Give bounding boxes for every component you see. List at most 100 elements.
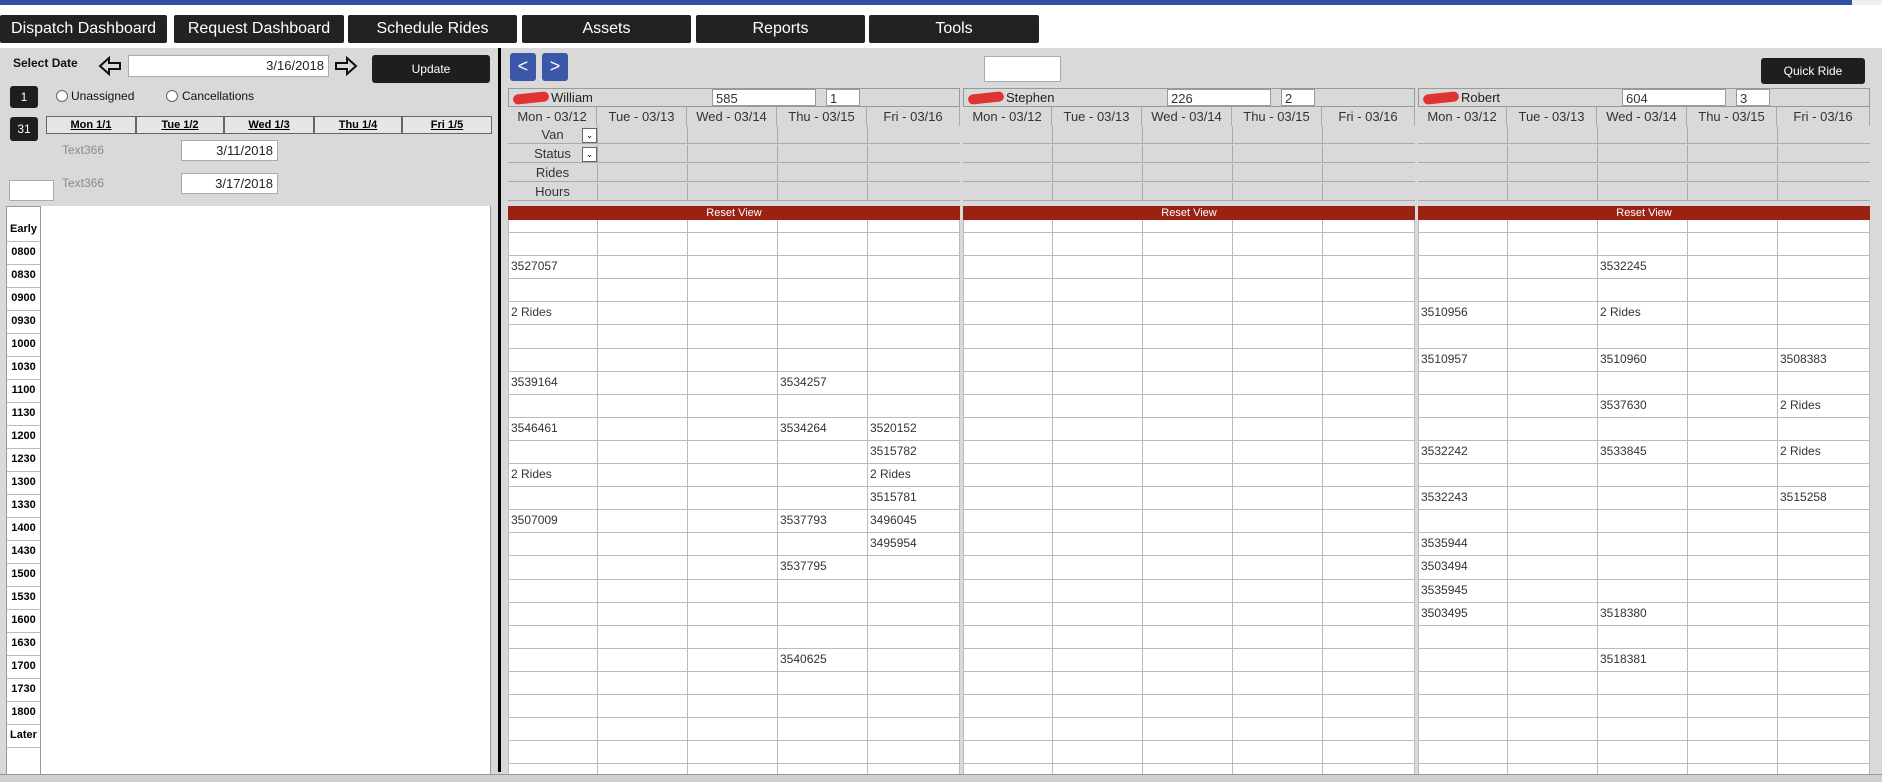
ride-cell[interactable]: 3527057 <box>509 255 558 278</box>
grid-row-line <box>963 255 1415 257</box>
ride-cell[interactable]: 3515258 <box>1778 486 1827 509</box>
nav-tools[interactable]: Tools <box>869 15 1039 43</box>
ride-cell[interactable]: 3496045 <box>868 509 917 532</box>
week-day-tue[interactable]: Tue 1/2 <box>136 116 224 134</box>
ride-cell[interactable]: 3515782 <box>868 440 917 463</box>
ride-cell[interactable]: 3507009 <box>509 509 558 532</box>
ride-cell[interactable]: 2 Rides <box>868 463 911 486</box>
meta-cell <box>1142 183 1143 201</box>
update-button[interactable]: Update <box>372 55 490 83</box>
ride-cell[interactable]: 2 Rides <box>1598 301 1641 324</box>
text366-label-b: Text366 <box>62 176 105 190</box>
ride-cell[interactable]: 3535944 <box>1419 532 1468 555</box>
meta-cell <box>867 126 868 144</box>
meta-cell <box>1687 183 1688 201</box>
driver-number-field[interactable]: 3 <box>1736 89 1770 106</box>
meta-cell <box>597 164 598 182</box>
ride-cell[interactable]: 3532245 <box>1598 255 1647 278</box>
time-slot: 0800 <box>7 241 40 265</box>
driver-name: William <box>551 90 593 105</box>
week-day-thu[interactable]: Thu 1/4 <box>314 116 402 134</box>
grid-row-line <box>1418 578 1870 580</box>
ride-cell[interactable]: 3518380 <box>1598 602 1647 625</box>
ride-cell[interactable]: 2 Rides <box>509 463 552 486</box>
ride-cell[interactable]: 2 Rides <box>1778 394 1821 417</box>
next-date-icon[interactable] <box>334 55 358 77</box>
driver-number-field[interactable]: 1 <box>826 89 860 106</box>
dropdown-icon[interactable]: ⌄ <box>582 128 597 143</box>
driver-id-field[interactable]: 226 <box>1167 89 1271 106</box>
grid-col-line <box>1052 220 1053 778</box>
ride-cell[interactable]: 3503494 <box>1419 555 1468 578</box>
ride-cell[interactable]: 3518381 <box>1598 648 1647 671</box>
grid-row-line <box>1418 555 1870 557</box>
grid-row-line <box>963 740 1415 742</box>
reset-view-button[interactable]: Reset View <box>1418 206 1870 220</box>
nav-assets[interactable]: Assets <box>522 15 691 43</box>
ride-cell[interactable]: 3520152 <box>868 417 917 440</box>
ride-cell[interactable]: 3532243 <box>1419 486 1468 509</box>
prev-page-button[interactable]: < <box>510 53 536 81</box>
grid-row-line <box>1418 509 1870 511</box>
ride-cell[interactable]: 3534257 <box>778 371 827 394</box>
ride-cell[interactable]: 3510956 <box>1419 301 1468 324</box>
ride-cell[interactable]: 3537793 <box>778 509 827 532</box>
small-blank-field[interactable] <box>9 180 54 201</box>
ride-cell[interactable]: 3503495 <box>1419 602 1468 625</box>
time-slot: 0830 <box>7 264 40 288</box>
ride-cell[interactable]: 3539164 <box>509 371 558 394</box>
week-day-fri[interactable]: Fri 1/5 <box>402 116 492 134</box>
dropdown-icon[interactable]: ⌄ <box>582 147 597 162</box>
ride-cell[interactable]: 3546461 <box>509 417 558 440</box>
reset-view-button[interactable]: Reset View <box>963 206 1415 220</box>
meta-cell <box>1507 164 1508 182</box>
date-input[interactable]: 3/16/2018 <box>128 55 329 77</box>
nav-reports[interactable]: Reports <box>696 15 865 43</box>
ride-cell[interactable]: 3515781 <box>868 486 917 509</box>
month-view-button[interactable]: 31 <box>10 117 38 141</box>
ride-cell[interactable]: 3537630 <box>1598 394 1647 417</box>
nav-schedule-rides[interactable]: Schedule Rides <box>348 15 517 43</box>
day-view-button[interactable]: 1 <box>10 86 38 108</box>
grid-row-line <box>963 601 1415 603</box>
ride-cell[interactable]: 3540625 <box>778 648 827 671</box>
cancellations-radio[interactable] <box>166 90 178 102</box>
ride-cell[interactable]: 3535945 <box>1419 579 1468 602</box>
ride-cell[interactable]: 2 Rides <box>1778 440 1821 463</box>
ride-cell[interactable]: 3495954 <box>868 532 917 555</box>
meta-cell <box>777 126 778 144</box>
redaction-mark <box>967 91 1005 105</box>
driver-id-field[interactable]: 604 <box>1622 89 1726 106</box>
time-slot: 1700 <box>7 655 40 679</box>
nav-dispatch-dashboard[interactable]: Dispatch Dashboard <box>0 15 167 43</box>
grid-row-line <box>963 647 1415 649</box>
grid-row-line <box>963 694 1415 695</box>
day-header: Wed - 03/14 <box>1142 107 1232 126</box>
meta-cell <box>597 183 598 201</box>
ride-cell[interactable]: 3508383 <box>1778 348 1827 371</box>
week-start-date[interactable]: 3/11/2018 <box>181 140 278 161</box>
ride-cell[interactable]: 3510957 <box>1419 348 1468 371</box>
ride-cell[interactable]: 3534264 <box>778 417 827 440</box>
ride-cell[interactable]: 3533845 <box>1598 440 1647 463</box>
ride-cell[interactable]: 3532242 <box>1419 440 1468 463</box>
meta-cell <box>687 126 688 144</box>
quick-ride-button[interactable]: Quick Ride <box>1761 58 1865 84</box>
redaction-mark <box>1422 91 1460 105</box>
driver-header: William 585 1 <box>508 88 960 107</box>
unassigned-radio[interactable] <box>56 90 68 102</box>
driver-search-field[interactable] <box>984 56 1061 82</box>
driver-number-field[interactable]: 2 <box>1281 89 1315 106</box>
week-end-date[interactable]: 3/17/2018 <box>181 173 278 194</box>
driver-id-field[interactable]: 585 <box>712 89 816 106</box>
ride-cell[interactable]: 2 Rides <box>509 301 552 324</box>
reset-view-button[interactable]: Reset View <box>508 206 960 220</box>
week-day-wed[interactable]: Wed 1/3 <box>224 116 314 134</box>
nav-request-dashboard[interactable]: Request Dashboard <box>174 15 344 43</box>
ride-cell[interactable]: 3537795 <box>778 555 827 578</box>
week-day-mon[interactable]: Mon 1/1 <box>46 116 136 134</box>
next-page-button[interactable]: > <box>542 53 568 81</box>
ride-cell[interactable]: 3510960 <box>1598 348 1647 371</box>
day-header: Mon - 03/12 <box>963 107 1052 126</box>
prev-date-icon[interactable] <box>98 55 122 77</box>
